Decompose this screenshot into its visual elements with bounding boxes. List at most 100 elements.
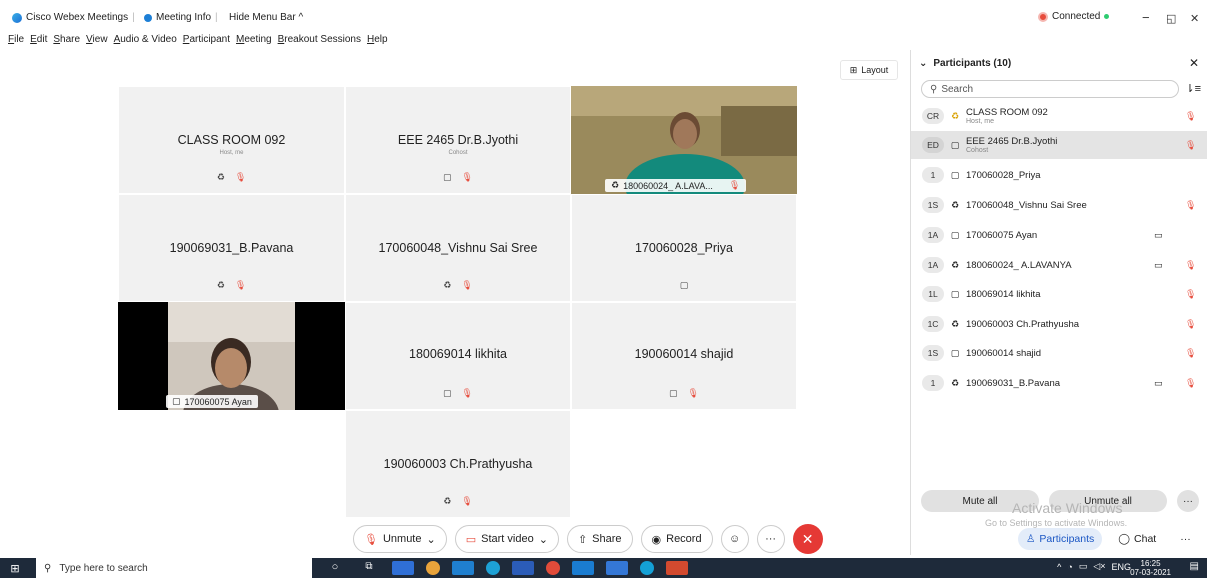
- file-explorer-icon[interactable]: [392, 561, 414, 575]
- share-button[interactable]: ⇧ Share: [566, 525, 633, 553]
- app-name: Cisco Webex Meetings: [26, 12, 129, 23]
- more-panels-button[interactable]: ···: [1172, 528, 1199, 550]
- mic-muted-icon[interactable]: 🎙: [1185, 378, 1196, 389]
- mic-muted-icon[interactable]: 🎙: [1185, 348, 1196, 359]
- participants-header[interactable]: ⌄ Participants (10): [919, 58, 1011, 69]
- tile-priya[interactable]: 170060028_Priya ▢: [571, 194, 797, 302]
- unmute-button[interactable]: 🎙 Unmute ⌄: [353, 525, 447, 553]
- webex-taskbar-icon[interactable]: [640, 561, 654, 575]
- avatar: 1C: [922, 316, 944, 332]
- more-icon: ···: [1183, 495, 1193, 507]
- participant-row[interactable]: 1A ♻ 180060024_ A.LAVANYA ▭ 🎙: [911, 251, 1207, 279]
- participant-row[interactable]: 1 ♻ 190069031_B.Pavana ▭ 🎙: [911, 369, 1207, 397]
- powerpoint-icon[interactable]: [666, 561, 688, 575]
- participant-row[interactable]: 1C ♻ 190060003 Ch.Prathyusha 🎙: [911, 310, 1207, 338]
- participant-row[interactable]: 1L ▢ 180069014 likhita 🎙: [911, 280, 1207, 308]
- mic-muted-icon: 🎙: [234, 280, 247, 290]
- menu-help[interactable]: Help: [367, 34, 388, 45]
- hide-menu-bar-button[interactable]: Hide Menu Bar ^: [229, 12, 303, 23]
- camera-icon[interactable]: ▭: [1154, 378, 1163, 389]
- menu-audio-video[interactable]: Audio & Video: [114, 34, 177, 45]
- taskbar-search-input[interactable]: ⚲ Type here to search: [36, 558, 312, 578]
- reactions-button[interactable]: ☺: [720, 525, 749, 553]
- mic-muted-icon[interactable]: 🎙: [1185, 319, 1196, 330]
- mic-muted-icon[interactable]: 🎙: [1185, 140, 1196, 151]
- store-icon[interactable]: [452, 561, 474, 575]
- language-indicator[interactable]: ENG: [1111, 562, 1131, 572]
- camera-icon[interactable]: ▭: [1154, 230, 1163, 241]
- start-video-button[interactable]: ▭ Start video ⌄: [454, 525, 559, 553]
- menu-participant[interactable]: Participant: [183, 34, 230, 45]
- menu-breakout-sessions[interactable]: Breakout Sessions: [278, 34, 361, 45]
- tile-shajid[interactable]: 190060014 shajid ▢ 🎙: [571, 302, 797, 410]
- device-icon: ▢: [669, 388, 678, 398]
- tile-vishnu[interactable]: 170060048_Vishnu Sai Sree ♻ 🎙: [345, 194, 571, 302]
- participant-row[interactable]: 1A ▢ 170060075 Ayan ▭: [911, 221, 1207, 249]
- tile-likhita[interactable]: 180069014 likhita ▢ 🎙: [345, 302, 571, 410]
- avatar: 1L: [922, 286, 944, 302]
- participant-name-label: ♻ 180060024_ A.LAVA... 🎙: [605, 179, 747, 192]
- app-title: Cisco Webex Meetings |: [12, 12, 135, 23]
- tile-classroom[interactable]: CLASS ROOM 092 Host, me ♻ 🎙: [118, 86, 345, 194]
- edge-icon[interactable]: [486, 561, 500, 575]
- avatar: 1S: [922, 345, 944, 361]
- mic-muted-icon[interactable]: 🎙: [1185, 111, 1196, 122]
- menu-view[interactable]: View: [86, 34, 108, 45]
- audio-connected-icon: ♻: [950, 377, 960, 388]
- participant-search-input[interactable]: ⚲ Search: [921, 80, 1179, 98]
- chat-tab[interactable]: ◯ Chat: [1110, 528, 1164, 550]
- audio-connected-icon: ♻: [950, 199, 960, 210]
- maximize-button[interactable]: ◱: [1166, 12, 1176, 25]
- firefox-icon[interactable]: [426, 561, 440, 575]
- mic-muted-icon[interactable]: 🎙: [1185, 289, 1196, 300]
- tile-pavana[interactable]: 190069031_B.Pavana ♻ 🎙: [118, 194, 345, 302]
- panel-more-button[interactable]: ···: [1177, 490, 1199, 512]
- cortana-icon[interactable]: ○: [324, 561, 346, 575]
- participants-tab[interactable]: ♙ Participants: [1018, 528, 1103, 550]
- windows-start-icon[interactable]: ⊞: [0, 562, 30, 575]
- battery-icon[interactable]: ▭: [1079, 561, 1088, 572]
- tile-eee-jyothi[interactable]: EEE 2465 Dr.B.Jyothi Cohost ▢ 🎙: [345, 86, 571, 194]
- tile-prathyusha[interactable]: 190060003 Ch.Prathyusha ♻ 🎙: [345, 410, 571, 518]
- menu-share[interactable]: Share: [53, 34, 80, 45]
- chrome-icon[interactable]: [546, 561, 560, 575]
- mic-muted-icon[interactable]: 🎙: [1185, 200, 1196, 211]
- chevron-down-icon[interactable]: ⌄: [427, 533, 436, 546]
- word-icon[interactable]: [512, 561, 534, 575]
- more-options-button[interactable]: ···: [756, 525, 785, 553]
- close-panel-button[interactable]: ✕: [1189, 56, 1199, 70]
- meeting-info-button[interactable]: Meeting Info |: [144, 12, 218, 23]
- menu-file[interactable]: File: [8, 34, 24, 45]
- camera-icon[interactable]: ▭: [1154, 260, 1163, 271]
- participant-row[interactable]: 1 ▢ 170060028_Priya: [911, 161, 1207, 189]
- notifications-icon[interactable]: ▤: [1190, 561, 1199, 572]
- chevron-up-icon[interactable]: ^: [1057, 562, 1061, 572]
- taskbar-clock[interactable]: 16:25 07-03-2021: [1130, 559, 1171, 577]
- participant-row[interactable]: 1S ♻ 170060048_Vishnu Sai Sree 🎙: [911, 191, 1207, 219]
- mic-muted-icon: 🎙: [364, 533, 378, 546]
- layout-button[interactable]: ⊞ Layout: [840, 60, 898, 80]
- connection-status[interactable]: Connected: [1038, 11, 1110, 22]
- participant-row[interactable]: 1S ▢ 190060014 shajid 🎙: [911, 339, 1207, 367]
- audio-connected-icon: ♻: [216, 280, 225, 290]
- volume-icon[interactable]: ◁×: [1093, 561, 1105, 572]
- teams-icon[interactable]: [606, 561, 628, 575]
- leave-meeting-button[interactable]: ✕: [792, 524, 823, 554]
- chevron-down-icon[interactable]: ⌄: [539, 533, 548, 546]
- menu-meeting[interactable]: Meeting: [236, 34, 272, 45]
- record-button[interactable]: ◉ Record: [640, 525, 713, 553]
- avatar: 1: [922, 375, 944, 391]
- more-icon: ···: [765, 533, 777, 545]
- task-view-icon[interactable]: ⧉: [358, 561, 380, 575]
- tile-video-lavanya[interactable]: ♻ 180060024_ A.LAVA... 🎙: [571, 86, 797, 194]
- sort-icon[interactable]: ⇂≡: [1185, 82, 1201, 95]
- menu-edit[interactable]: Edit: [30, 34, 47, 45]
- participant-row[interactable]: ED ▢ EEE 2465 Dr.B.Jyothi Cohost 🎙: [911, 131, 1207, 159]
- close-window-button[interactable]: ✕: [1190, 12, 1199, 25]
- network-icon[interactable]: ◔: [1067, 562, 1072, 572]
- mic-muted-icon[interactable]: 🎙: [1185, 260, 1196, 271]
- participant-row[interactable]: CR ♻ CLASS ROOM 092 Host, me 🎙: [911, 102, 1207, 130]
- tile-video-ayan[interactable]: ▢ 170060075 Ayan: [118, 302, 345, 410]
- mail-icon[interactable]: [572, 561, 594, 575]
- minimize-button[interactable]: −: [1142, 10, 1150, 25]
